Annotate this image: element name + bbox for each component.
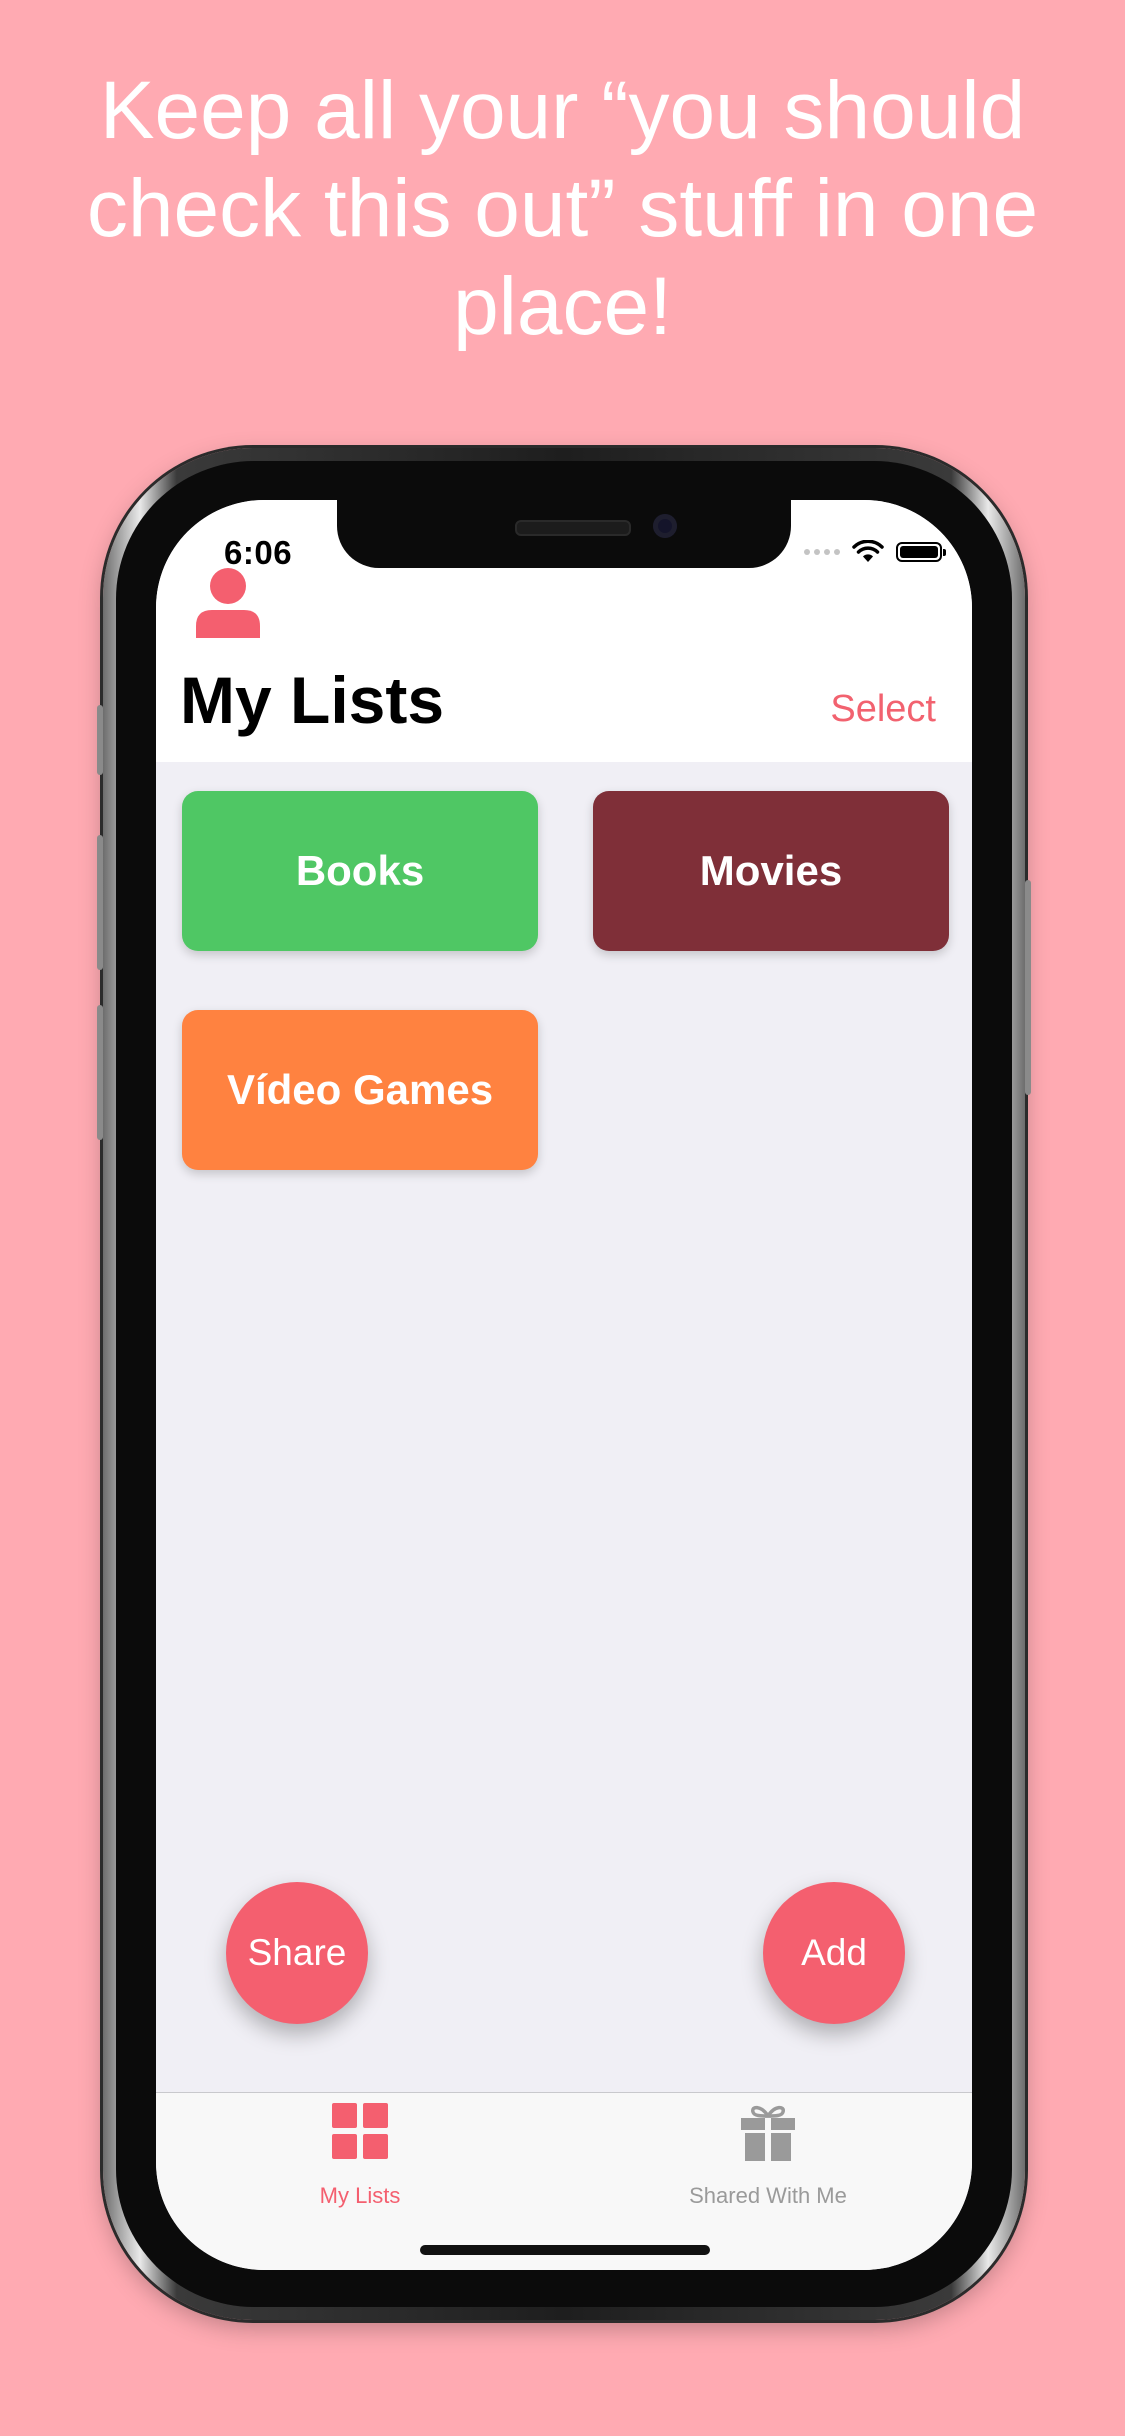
list-tile-movies[interactable]: Movies [593, 791, 949, 951]
list-tile-label: Books [295, 847, 425, 894]
battery-icon [896, 542, 946, 562]
tab-label-shared-with-me: Shared With Me [689, 2183, 847, 2208]
page-title: My Lists [180, 663, 445, 737]
grid-icon [332, 2103, 388, 2159]
gift-icon [741, 2105, 795, 2161]
wifi-icon [852, 540, 884, 562]
tab-bar: My Lists Shared With Me [156, 2092, 972, 2270]
status-icons [804, 540, 946, 564]
list-tile-video-games[interactable]: Vídeo Games [182, 1010, 538, 1170]
headline-line-3: place! [453, 261, 672, 352]
person-icon[interactable] [194, 566, 262, 638]
list-tile-books[interactable]: Books [182, 791, 538, 951]
mute-switch [97, 705, 103, 775]
notch [337, 500, 791, 568]
select-button[interactable]: Select [830, 688, 936, 731]
front-camera [653, 514, 677, 538]
share-button[interactable]: Share [226, 1882, 368, 2024]
volume-up-button [97, 835, 103, 970]
speaker-grille [515, 520, 631, 536]
tab-my-lists[interactable]: My Lists [156, 2093, 564, 2270]
tab-label-my-lists: My Lists [319, 2183, 401, 2208]
headline: Keep all your “you should check this out… [0, 62, 1125, 356]
headline-line-1: Keep all your “you should [99, 65, 1026, 156]
add-button[interactable]: Add [763, 1882, 905, 2024]
list-tile-label: Movies [699, 847, 843, 894]
volume-down-button [97, 1005, 103, 1140]
tab-shared-with-me[interactable]: Shared With Me [564, 2093, 972, 2270]
power-button [1025, 880, 1031, 1095]
home-indicator[interactable] [420, 2245, 710, 2255]
list-tile-label: Vídeo Games [226, 1066, 494, 1113]
signal-icon [804, 549, 840, 555]
share-button-label: Share [247, 1932, 347, 1973]
add-button-label: Add [801, 1932, 867, 1973]
app-screen: 6:06 My Lists Select Books Movies Vídeo … [156, 500, 972, 2270]
headline-line-2: check this out” stuff in one [86, 163, 1039, 254]
